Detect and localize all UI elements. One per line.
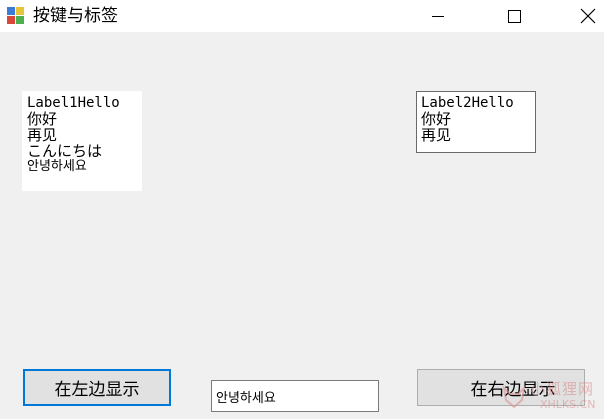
label2-line-1: Label2Hello: [421, 95, 514, 111]
show-left-button[interactable]: 在左边显示: [23, 369, 171, 406]
close-icon: [580, 8, 596, 24]
app-form-icon: [7, 7, 25, 25]
window-title: 按键与标签: [33, 6, 118, 26]
minimize-icon: [432, 15, 444, 17]
maximize-icon: [507, 9, 521, 23]
minimize-button[interactable]: [415, 0, 461, 32]
label1-line-5: 안녕하세요: [27, 159, 87, 174]
label2-line-3: 再见: [421, 126, 452, 144]
maximize-button[interactable]: [491, 0, 537, 32]
label2-line-2: 你好: [421, 110, 452, 128]
text-input[interactable]: 안녕하세요: [211, 380, 379, 412]
label1-line-4: こんにちは: [27, 142, 103, 160]
label2: Label2Hello 你好 再见: [416, 91, 536, 153]
label1: Label1Hello 你好 再见 こんにちは 안녕하세요: [22, 91, 142, 191]
label1-line-3: 再见: [27, 126, 58, 144]
label1-line-2: 你好: [27, 110, 58, 128]
close-button[interactable]: [565, 0, 604, 32]
show-right-button[interactable]: 在右边显示: [417, 369, 585, 406]
label1-line-1: Label1Hello: [27, 95, 120, 111]
title-bar: 按键与标签: [0, 0, 604, 32]
